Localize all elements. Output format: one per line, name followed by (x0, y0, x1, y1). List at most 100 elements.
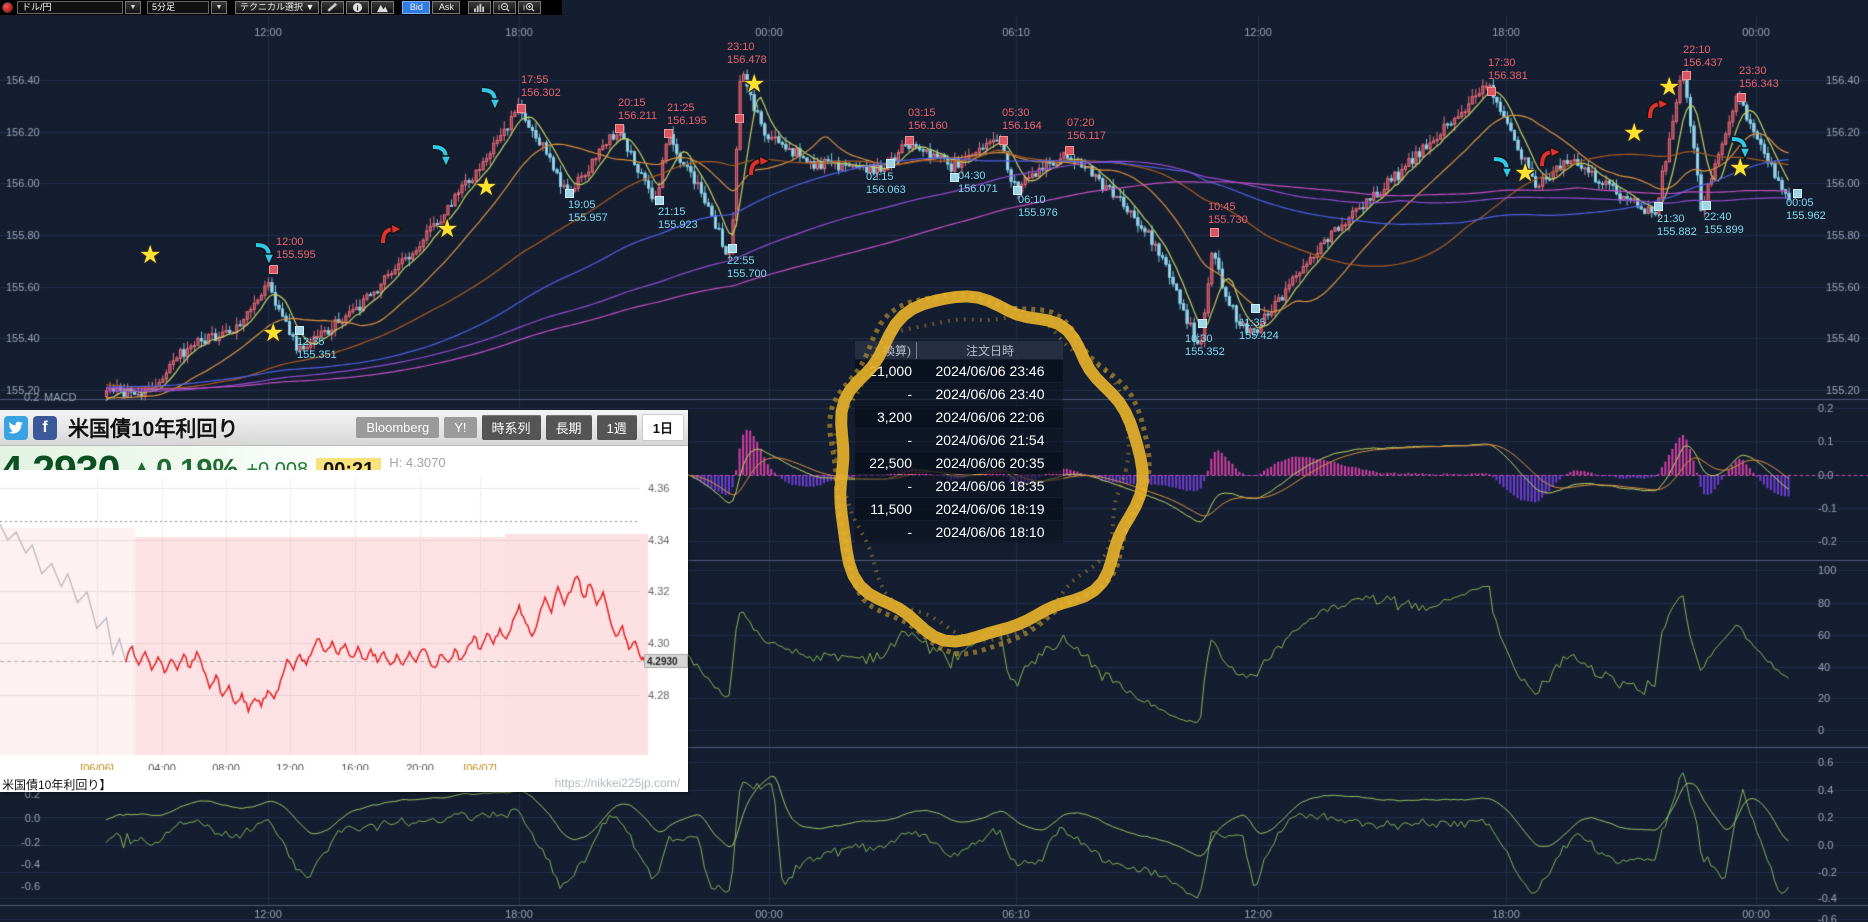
order-row[interactable]: 3,2002024/06/06 22:06 (855, 406, 1063, 428)
signal-marker-buy (1251, 304, 1260, 313)
ask-label: Ask (439, 2, 454, 13)
signal-marker-buy (1654, 202, 1663, 211)
star-marker-icon: ★ (436, 217, 458, 242)
order-amount: - (855, 386, 917, 402)
chart-annotation: 12:00155.595 (276, 236, 316, 262)
info-button[interactable]: i (346, 1, 369, 14)
chart-style-button[interactable] (371, 1, 394, 14)
yield-high: H: 4.3070 (389, 455, 445, 470)
order-datetime: 2024/06/06 23:46 (917, 363, 1063, 379)
order-datetime: 2024/06/06 18:19 (917, 501, 1063, 517)
bid-button[interactable]: Bid (402, 1, 430, 14)
signal-marker-sell (1487, 87, 1496, 96)
signal-marker-sell (615, 124, 624, 133)
chart-annotation: 10:45155.730 (1208, 201, 1248, 227)
pencil-icon (326, 2, 339, 13)
chart-annotation: 00:05155.962 (1786, 197, 1826, 223)
order-amount: - (855, 432, 917, 448)
down-arrow-icon (1727, 134, 1753, 165)
mountain-icon (376, 2, 389, 13)
order-row[interactable]: 11,5002024/06/06 18:19 (855, 498, 1063, 520)
currency-pair-dropdown-button[interactable]: ▼ (125, 1, 141, 14)
order-history-table[interactable]: 換算) 注文日時 21,0002024/06/06 23:46-2024/06/… (855, 341, 1063, 543)
order-row[interactable]: -2024/06/06 23:40 (855, 383, 1063, 405)
signal-marker-buy (655, 196, 664, 205)
order-row[interactable]: -2024/06/06 18:10 (855, 521, 1063, 543)
chart-annotation: 11:35155.424 (1239, 317, 1279, 343)
yield-tab-1週[interactable]: 1週 (597, 415, 637, 440)
chart-annotation: 17:30156.381 (1488, 57, 1528, 83)
down-arrow-icon (428, 142, 454, 173)
order-row[interactable]: -2024/06/06 18:35 (855, 475, 1063, 497)
yield-source-url[interactable]: https://nikkei225jp.com/ (555, 776, 680, 790)
yield-overlay-window[interactable]: f 米国債10年利回り BloombergY!時系列長期1週1日 4.2930 … (0, 410, 688, 792)
order-row[interactable]: 21,0002024/06/06 23:46 (855, 360, 1063, 382)
yield-tab-Bloomberg[interactable]: Bloomberg (356, 417, 439, 438)
trading-app: ドル/円 ▼ 5分足 ▼ テクニカル選択 ▼ i Bid Ask (0, 0, 1868, 922)
chart-annotation: 05:30156.164 (1002, 107, 1042, 133)
chart-annotation: 21:30155.882 (1657, 213, 1697, 239)
signal-marker-sell (1682, 71, 1691, 80)
timeframe-label: 5分足 (152, 2, 175, 13)
histogram-icon (473, 2, 486, 13)
timeframe-select[interactable]: 5分足 (147, 1, 209, 14)
draw-pencil-button[interactable] (321, 1, 344, 14)
order-amount: - (855, 478, 917, 494)
signal-marker-buy (728, 244, 737, 253)
order-row[interactable]: -2024/06/06 21:54 (855, 429, 1063, 451)
chevron-down-icon: ▼ (130, 2, 137, 13)
volume-button[interactable] (468, 1, 491, 14)
up-arrow-icon (1536, 144, 1562, 175)
yield-window-title: 米国債10年利回り (68, 413, 238, 443)
order-amount: 21,000 (855, 363, 917, 379)
timeframe-dropdown-button[interactable]: ▼ (211, 1, 227, 14)
star-marker-icon: ★ (743, 72, 765, 97)
currency-pair-label: ドル/円 (22, 2, 52, 13)
star-marker-icon: ★ (262, 321, 284, 346)
down-arrow-icon (251, 240, 277, 271)
down-arrow-icon (477, 85, 503, 116)
currency-pair-select[interactable]: ドル/円 (17, 1, 123, 14)
technical-select-button[interactable]: テクニカル選択 ▼ (235, 1, 319, 14)
order-row[interactable]: 22,5002024/06/06 20:35 (855, 452, 1063, 474)
signal-marker-sell (664, 129, 673, 138)
zoom-out-button[interactable] (493, 1, 516, 14)
chart-annotation: 03:15156.160 (908, 107, 948, 133)
chart-annotation: 20:15156.211 (618, 97, 657, 123)
yield-tab-時系列[interactable]: 時系列 (482, 415, 541, 440)
signal-marker-sell (517, 104, 526, 113)
zoom-out-icon (498, 2, 511, 13)
zoom-in-button[interactable] (518, 1, 541, 14)
chart-annotation: 12:35155.351 (297, 336, 337, 362)
star-marker-icon: ★ (475, 175, 497, 200)
order-datetime: 2024/06/06 21:54 (917, 432, 1063, 448)
chart-annotation: 22:40155.899 (1704, 211, 1744, 237)
ask-button[interactable]: Ask (432, 1, 460, 14)
yield-window-header: f 米国債10年利回り BloombergY! 時系列長期1週1日 (0, 410, 688, 446)
yield-tab-1日[interactable]: 1日 (642, 414, 684, 441)
yield-tab-長期[interactable]: 長期 (546, 415, 592, 440)
yield-tab-Y![interactable]: Y! (444, 417, 476, 438)
signal-marker-buy (1198, 319, 1207, 328)
signal-marker-sell (735, 114, 744, 123)
chart-annotation: 07:20156.117 (1067, 117, 1106, 143)
signal-marker-buy (565, 189, 574, 198)
signal-marker-sell (1210, 228, 1219, 237)
chart-toolbar: ドル/円 ▼ 5分足 ▼ テクニカル選択 ▼ i Bid Ask (0, 0, 562, 15)
chart-annotation: 10:30155.352 (1185, 333, 1225, 359)
chart-annotation: 22:55155.700 (727, 255, 767, 281)
order-datetime: 2024/06/06 20:35 (917, 455, 1063, 471)
facebook-share-icon[interactable]: f (33, 416, 57, 440)
yield-chart-canvas[interactable] (0, 470, 688, 770)
order-amount: 22,500 (855, 455, 917, 471)
bid-label: Bid (410, 2, 423, 13)
up-arrow-icon (377, 221, 403, 252)
yield-window-buttons: BloombergY! 時系列長期1週1日 (356, 414, 684, 441)
order-datetime: 2024/06/06 22:06 (917, 409, 1063, 425)
twitter-share-icon[interactable] (4, 416, 28, 440)
zoom-in-icon (523, 2, 536, 13)
chart-annotation: 02:15156.063 (866, 171, 906, 197)
chevron-down-icon: ▼ (216, 2, 223, 13)
star-marker-icon: ★ (1623, 121, 1645, 146)
signal-marker-sell (1737, 93, 1746, 102)
